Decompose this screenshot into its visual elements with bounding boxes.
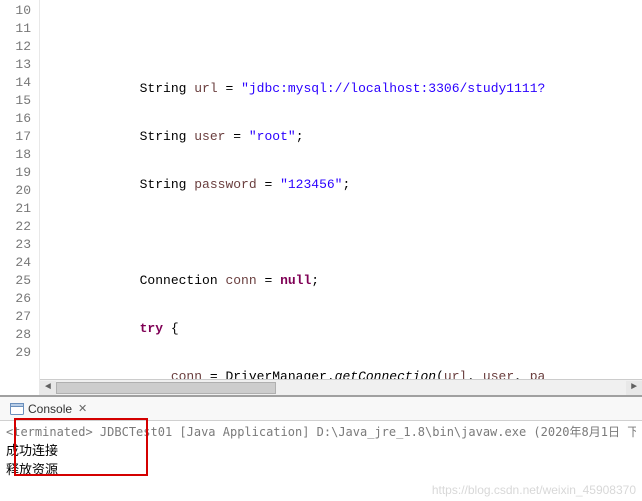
code-line: String url = "jdbc:mysql://localhost:330…: [46, 80, 642, 98]
console-tab[interactable]: Console ✕: [4, 400, 93, 418]
console-body[interactable]: <terminated> JDBCTest01 [Java Applicatio…: [0, 421, 642, 482]
console-tab-bar: Console ✕: [0, 397, 642, 421]
close-icon[interactable]: ✕: [78, 402, 87, 415]
console-output-line: 成功连接: [6, 440, 636, 459]
console-panel: Console ✕ <terminated> JDBCTest01 [Java …: [0, 395, 642, 501]
console-output-line: 释放资源: [6, 459, 636, 478]
code-line: [46, 224, 642, 242]
code-editor[interactable]: 1011121314151617181920212223242526272829…: [0, 0, 642, 395]
code-content[interactable]: String url = "jdbc:mysql://localhost:330…: [40, 0, 642, 395]
console-tab-label: Console: [28, 402, 72, 416]
scroll-thumb[interactable]: [56, 382, 276, 394]
line-number-gutter: 1011121314151617181920212223242526272829: [0, 0, 40, 395]
scroll-left-arrow-icon[interactable]: ◄: [40, 381, 56, 395]
scroll-right-arrow-icon[interactable]: ►: [626, 381, 642, 395]
console-icon: [10, 403, 24, 415]
code-line: try {: [46, 320, 642, 338]
scroll-track[interactable]: [56, 381, 626, 395]
console-status: <terminated> JDBCTest01 [Java Applicatio…: [6, 423, 636, 440]
code-line: Connection conn = null;: [46, 272, 642, 290]
code-line: String password = "123456";: [46, 176, 642, 194]
horizontal-scrollbar[interactable]: ◄ ►: [40, 379, 642, 395]
code-line: [46, 32, 642, 50]
code-line: String user = "root";: [46, 128, 642, 146]
